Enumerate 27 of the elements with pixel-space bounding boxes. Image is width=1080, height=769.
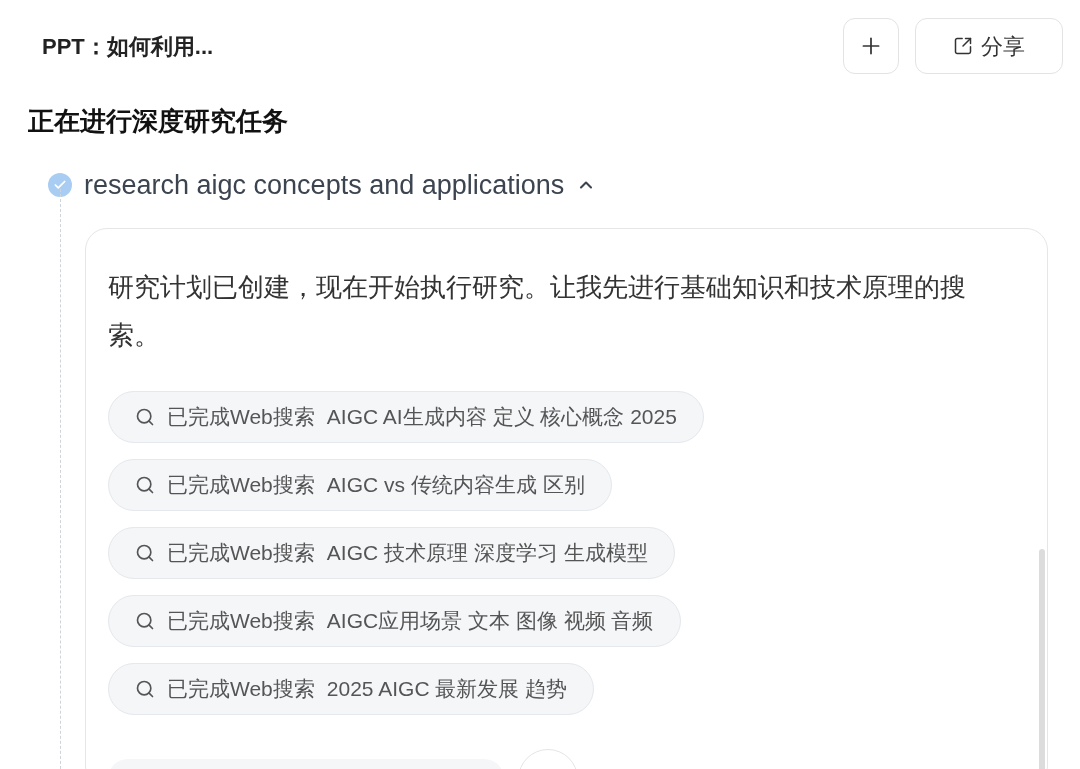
search-status: 已完成Web搜索 bbox=[167, 607, 315, 634]
search-status: 已完成Web搜索 bbox=[167, 675, 315, 702]
search-query: 2025 AIGC 最新发展 趋势 bbox=[326, 675, 568, 702]
search-chip[interactable]: 已完成Web搜索 AIGC应用场景 文本 图像 视频 音频 bbox=[108, 594, 681, 647]
search-icon bbox=[135, 678, 155, 699]
search-query: AIGC 技术原理 深度学习 生成模型 bbox=[326, 539, 648, 566]
chat-title: PPT：如何利用... bbox=[42, 32, 214, 61]
search-query: AIGC应用场景 文本 图像 视频 音频 bbox=[326, 607, 654, 634]
search-status: 已完成Web搜索 bbox=[167, 403, 315, 430]
search-icon bbox=[135, 542, 155, 563]
search-status: 已完成Web搜索 bbox=[167, 471, 315, 498]
search-icon bbox=[135, 474, 155, 495]
new-button[interactable] bbox=[843, 18, 899, 74]
search-query: AIGC AI生成内容 定义 核心概念 2025 bbox=[326, 403, 677, 430]
share-icon bbox=[953, 36, 973, 56]
search-chip[interactable]: 已完成Web搜索 AIGC vs 传统内容生成 区别 bbox=[108, 458, 612, 511]
share-button[interactable]: 分享 bbox=[915, 18, 1063, 74]
search-status: 已完成Web搜索 bbox=[167, 539, 315, 566]
search-query: AIGC vs 传统内容生成 区别 bbox=[326, 471, 585, 498]
search-icon bbox=[135, 406, 155, 427]
search-chip[interactable]: 已完成Web搜索 2025 AIGC 最新发展 趋势 bbox=[108, 662, 595, 715]
section-heading: 正在进行深度研究任务 bbox=[27, 105, 289, 138]
search-chip[interactable]: 已完成Web搜索 AIGC 技术原理 深度学习 生成模型 bbox=[108, 526, 675, 579]
task-toggle[interactable]: research aigc concepts and applications bbox=[84, 165, 597, 206]
message-text: 研究计划已创建，现在开始执行研究。让我先进行基础知识和技术原理的搜索。 bbox=[108, 270, 967, 352]
search-icon bbox=[135, 610, 155, 631]
search-chip[interactable]: 已完成Web搜索 AIGC AI生成内容 定义 核心概念 2025 bbox=[108, 390, 704, 443]
